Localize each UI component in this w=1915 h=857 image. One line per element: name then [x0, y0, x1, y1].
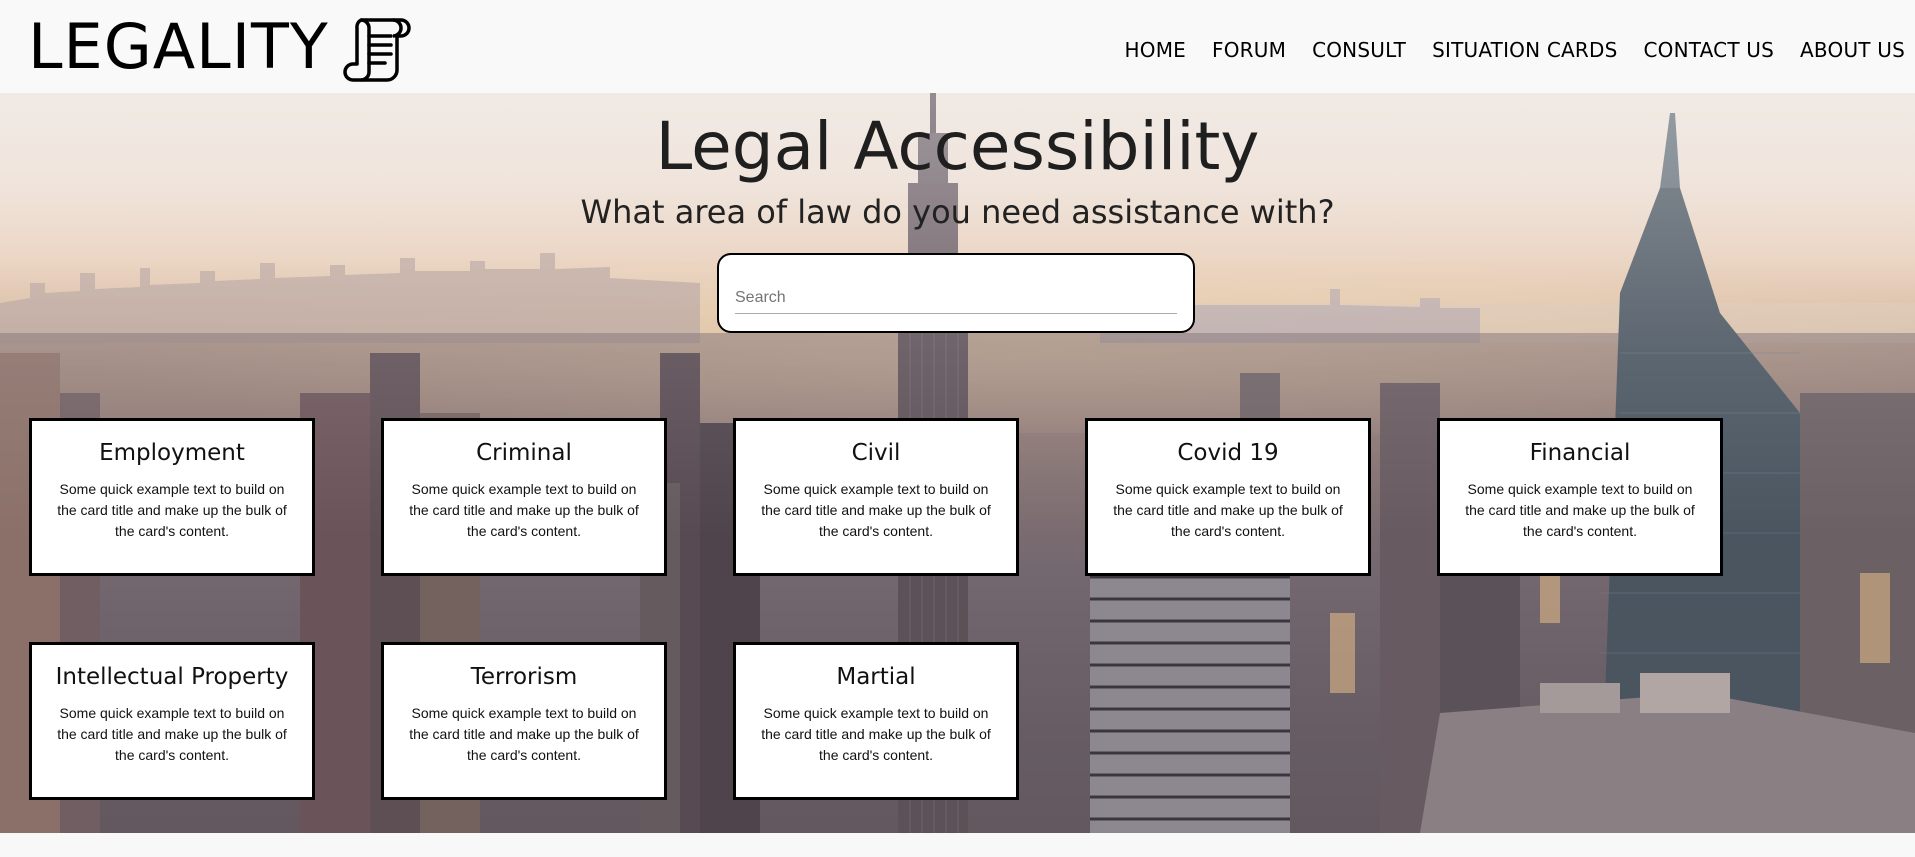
card-text: Some quick example text to build on the … [57, 705, 287, 763]
nav-situation-cards[interactable]: SITUATION CARDS [1432, 38, 1617, 62]
card-title: Financial [1529, 440, 1631, 466]
site-header: LEGALITY HOME FORUM CONSULT SITUATION CA… [0, 0, 1915, 93]
card-employment[interactable]: Employment Some quick example text to bu… [29, 418, 315, 576]
card-covid-19[interactable]: Covid 19 Some quick example text to buil… [1085, 418, 1371, 576]
card-terrorism[interactable]: Terrorism Some quick example text to bui… [381, 642, 667, 800]
card-text: Some quick example text to build on the … [57, 481, 287, 539]
card-title: Civil [851, 440, 901, 466]
nav-contact-us[interactable]: CONTACT US [1644, 38, 1775, 62]
search-input[interactable] [735, 283, 1177, 314]
card-intellectual-property[interactable]: Intellectual Property Some quick example… [29, 642, 315, 800]
brand[interactable]: LEGALITY [28, 8, 413, 86]
card-text: Some quick example text to build on the … [761, 705, 991, 763]
card-title: Terrorism [470, 664, 578, 690]
card-text: Some quick example text to build on the … [1465, 481, 1695, 539]
hero-title: Legal Accessibility [655, 108, 1260, 185]
brand-name[interactable]: LEGALITY [28, 8, 329, 86]
hero-section: Legal Accessibility What area of law do … [0, 93, 1915, 833]
nav-home[interactable]: HOME [1125, 38, 1186, 62]
nav-consult[interactable]: CONSULT [1312, 38, 1406, 62]
card-title: Criminal [476, 440, 572, 466]
card-financial[interactable]: Financial Some quick example text to bui… [1437, 418, 1723, 576]
footer-bar [0, 833, 1915, 857]
main-nav: HOME FORUM CONSULT SITUATION CARDS CONTA… [1125, 38, 1905, 62]
nav-forum[interactable]: FORUM [1212, 38, 1286, 62]
hero-subtitle: What area of law do you need assistance … [580, 193, 1335, 231]
card-text: Some quick example text to build on the … [409, 705, 639, 763]
card-title: Martial [836, 664, 916, 690]
nav-about-us[interactable]: ABOUT US [1800, 38, 1905, 62]
card-martial[interactable]: Martial Some quick example text to build… [733, 642, 1019, 800]
card-civil[interactable]: Civil Some quick example text to build o… [733, 418, 1019, 576]
card-title: Covid 19 [1177, 440, 1279, 466]
card-text: Some quick example text to build on the … [409, 481, 639, 539]
card-criminal[interactable]: Criminal Some quick example text to buil… [381, 418, 667, 576]
scroll-icon[interactable] [343, 14, 413, 84]
card-text: Some quick example text to build on the … [761, 481, 991, 539]
card-title: Intellectual Property [55, 664, 289, 690]
search-box [717, 253, 1195, 333]
card-text: Some quick example text to build on the … [1113, 481, 1343, 539]
card-title: Employment [99, 440, 245, 466]
